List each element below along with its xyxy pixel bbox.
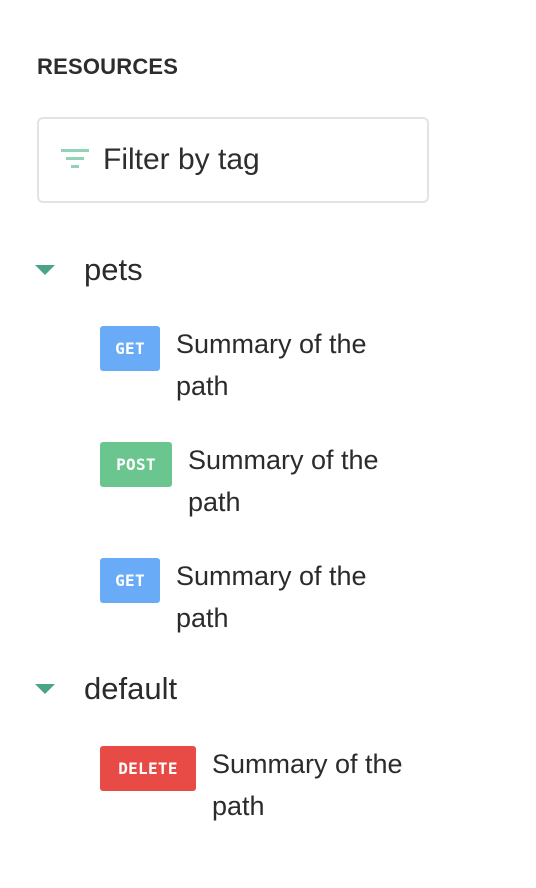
tag-label: default — [84, 671, 178, 706]
operation-summary: Summary of the path — [212, 749, 403, 821]
filter-placeholder: Filter by tag — [103, 143, 260, 176]
tag-group-pets[interactable]: pets — [35, 252, 435, 288]
section-title: RESOURCES — [37, 54, 179, 79]
operation-summary: Summary of the path — [176, 561, 367, 633]
method-badge: GET — [100, 326, 160, 371]
method-badge: POST — [100, 442, 172, 487]
operation-item[interactable]: DELETE Summary of the path — [100, 746, 460, 836]
method-badge: GET — [100, 558, 160, 603]
operation-item[interactable]: GET Summary of the path — [100, 326, 460, 416]
tag-group-default[interactable]: default — [35, 671, 435, 707]
operation-summary: Summary of the path — [176, 329, 367, 401]
operation-item[interactable]: GET Summary of the path — [100, 558, 460, 648]
caret-down-icon — [35, 265, 55, 275]
tag-label: pets — [84, 252, 143, 287]
filter-icon — [61, 149, 89, 173]
operation-summary: Summary of the path — [188, 445, 379, 517]
caret-down-icon — [35, 684, 55, 694]
operation-item[interactable]: POST Summary of the path — [100, 442, 460, 532]
method-badge: DELETE — [100, 746, 196, 791]
filter-by-tag-input[interactable]: Filter by tag — [37, 117, 429, 203]
